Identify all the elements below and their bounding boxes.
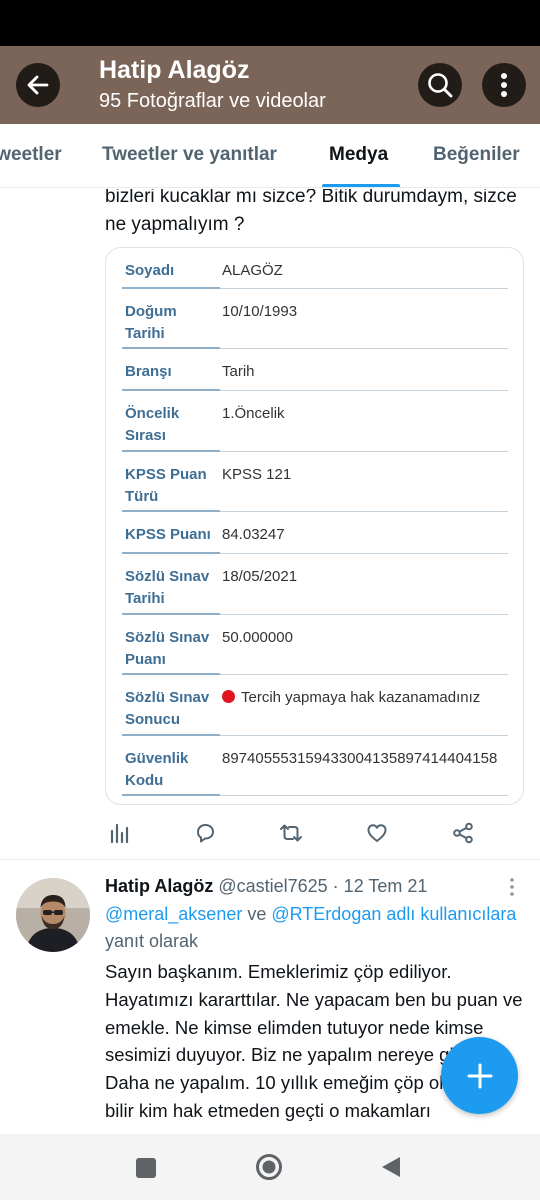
conjunction-text: ve bbox=[242, 904, 272, 924]
more-options-button[interactable] bbox=[482, 63, 526, 107]
tweet-header: Hatip Alagöz @castiel7625 · 12 Tem 21 bbox=[105, 874, 427, 898]
reply-context: @meral_aksener ve @RTErdogan adlı kullan… bbox=[105, 901, 525, 955]
reply-button[interactable] bbox=[191, 819, 219, 847]
info-row-sozlu-sinav-tarihi: Sözlü Sınav Tarihi 18/05/2021 bbox=[122, 554, 508, 615]
search-icon bbox=[428, 73, 453, 98]
info-value: 10/10/1993 bbox=[222, 303, 298, 320]
back-arrow-icon bbox=[27, 75, 49, 95]
info-label: Öncelik Sırası bbox=[125, 405, 180, 444]
info-value: 1.Öncelik bbox=[222, 405, 285, 422]
info-label: Güvenlik Kodu bbox=[125, 750, 189, 789]
media-count-subtitle: 95 Fotoğraflar ve videolar bbox=[99, 90, 326, 112]
info-row-bransi: Branşı Tarih bbox=[122, 349, 508, 391]
author-meta: @castiel7625 · 12 Tem 21 bbox=[213, 876, 428, 896]
active-tab-indicator bbox=[322, 184, 400, 187]
info-value: 18/05/2021 bbox=[222, 568, 298, 585]
status-text: Tercih yapmaya hak kazanamadınız bbox=[241, 689, 481, 706]
info-value-with-status: Tercih yapmaya hak kazanamadınız bbox=[222, 687, 480, 709]
mention-link[interactable]: @RTErdogan adlı kullanıcılara bbox=[271, 904, 516, 924]
info-value: Tarih bbox=[222, 363, 255, 380]
info-row-dogum-tarihi: Doğum Tarihi 10/10/1993 bbox=[122, 289, 508, 349]
info-label: Sözlü Sınav Tarihi bbox=[125, 568, 210, 607]
info-label: KPSS Puanı bbox=[125, 526, 211, 543]
tweet-media-image[interactable]: Soyadı ALAGÖZ Doğum Tarihi 10/10/1993 Br… bbox=[105, 247, 524, 805]
info-row-soyadi: Soyadı ALAGÖZ bbox=[122, 248, 508, 289]
nav-back-icon bbox=[382, 1157, 400, 1177]
info-row-guvenlik-kodu: Güvenlik Kodu 89740555315943300413589741… bbox=[122, 736, 508, 796]
info-value: 84.03247 bbox=[222, 526, 285, 543]
profile-name-title: Hatip Alagöz bbox=[99, 56, 250, 84]
profile-header: Hatip Alagöz 95 Fotoğraflar ve videolar bbox=[0, 46, 540, 124]
reply-icon bbox=[197, 824, 214, 843]
nav-square-icon bbox=[136, 1158, 156, 1178]
share-button[interactable] bbox=[449, 819, 477, 847]
more-vertical-icon bbox=[510, 878, 514, 896]
reply-suffix: yanıt olarak bbox=[105, 931, 199, 951]
info-label: Sözlü Sınav Sonucu bbox=[125, 689, 210, 728]
share-icon bbox=[453, 822, 473, 844]
nav-recents-button[interactable] bbox=[132, 1154, 160, 1182]
like-button[interactable] bbox=[363, 819, 391, 847]
compose-tweet-button[interactable] bbox=[441, 1037, 518, 1114]
info-row-sozlu-sinav-puani: Sözlü Sınav Puanı 50.000000 bbox=[122, 615, 508, 675]
nav-home-button[interactable] bbox=[254, 1152, 284, 1182]
nav-home-icon bbox=[256, 1154, 282, 1180]
compose-plus-icon bbox=[467, 1063, 492, 1088]
back-button[interactable] bbox=[16, 63, 60, 107]
label-rule bbox=[122, 794, 220, 796]
info-label: Doğum Tarihi bbox=[125, 303, 177, 342]
info-row-sozlu-sinav-sonucu: Sözlü Sınav Sonucu Tercih yapmaya hak ka… bbox=[122, 675, 508, 736]
mention-link[interactable]: @meral_aksener bbox=[105, 904, 242, 924]
more-vertical-icon bbox=[501, 73, 507, 97]
info-label: Branşı bbox=[125, 363, 172, 380]
status-bar bbox=[0, 0, 540, 46]
info-label: KPSS Puan Türü bbox=[125, 466, 207, 505]
info-label: Soyadı bbox=[125, 262, 175, 279]
tab-tweets[interactable]: Tweetler bbox=[0, 144, 62, 166]
tab-likes[interactable]: Beğeniler bbox=[433, 144, 520, 166]
stats-icon bbox=[110, 823, 129, 844]
system-nav-bar bbox=[0, 1134, 540, 1200]
stats-button[interactable] bbox=[105, 819, 133, 847]
tweet-actions bbox=[105, 819, 485, 849]
status-dot-icon bbox=[222, 690, 235, 703]
tweet-text: bizleri kucaklar mı sizce? Bitik durumda… bbox=[105, 189, 517, 235]
info-value: 897405553159433004135897414404158 bbox=[222, 750, 498, 767]
info-label: Sözlü Sınav Puanı bbox=[125, 629, 210, 668]
author-name[interactable]: Hatip Alagöz bbox=[105, 876, 213, 896]
info-value: KPSS 121 bbox=[222, 466, 292, 483]
info-value: 50.000000 bbox=[222, 629, 293, 646]
tab-media[interactable]: Medya bbox=[329, 144, 388, 166]
tweet-divider bbox=[0, 859, 540, 860]
retweet-button[interactable] bbox=[277, 819, 305, 847]
info-value: ALAGÖZ bbox=[222, 262, 283, 279]
avatar[interactable] bbox=[16, 878, 90, 952]
retweet-icon bbox=[280, 824, 302, 842]
info-row-kpss-puan-turu: KPSS Puan Türü KPSS 121 bbox=[122, 452, 508, 512]
like-icon bbox=[367, 824, 387, 842]
profile-tabs: Tweetler Tweetler ve yanıtlar Medya Beğe… bbox=[0, 124, 540, 188]
tweet-more-button[interactable] bbox=[505, 877, 519, 897]
tab-tweets-and-replies[interactable]: Tweetler ve yanıtlar bbox=[102, 144, 277, 166]
nav-back-button[interactable] bbox=[378, 1153, 404, 1181]
timeline[interactable]: bizleri kucaklar mı sizce? Bitik durumda… bbox=[0, 189, 540, 1134]
search-button[interactable] bbox=[418, 63, 462, 107]
info-row-oncelik-sirasi: Öncelik Sırası 1.Öncelik bbox=[122, 391, 508, 452]
avatar-photo bbox=[16, 878, 90, 952]
info-row-kpss-puani: KPSS Puanı 84.03247 bbox=[122, 512, 508, 554]
